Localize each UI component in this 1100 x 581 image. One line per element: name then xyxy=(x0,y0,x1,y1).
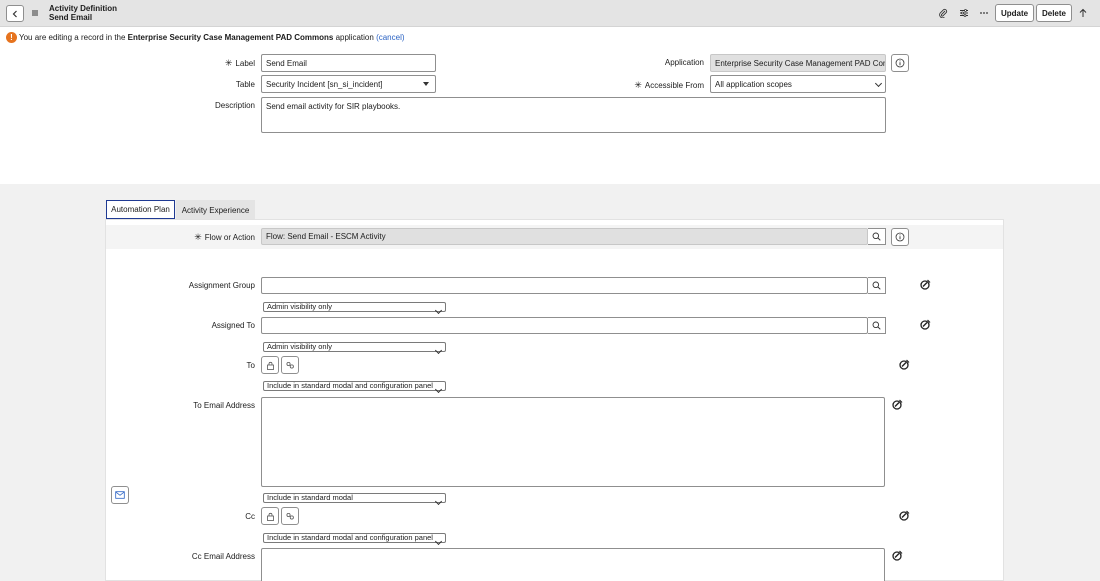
cc-email-pin-button[interactable] xyxy=(890,549,904,563)
warning-icon: ! xyxy=(6,32,17,43)
search-icon xyxy=(872,232,881,241)
assigned-to-visibility-select[interactable]: Admin visibility only xyxy=(263,342,446,352)
assigned-to-input[interactable] xyxy=(261,317,868,334)
pin-icon xyxy=(920,319,931,330)
hamburger-icon xyxy=(32,10,38,16)
assignment-group-input[interactable] xyxy=(261,277,868,294)
user-group-icon xyxy=(286,361,294,369)
scroll-top-button[interactable] xyxy=(1076,6,1090,20)
description-field-label: Description xyxy=(214,101,255,110)
to-email-textarea[interactable] xyxy=(261,397,885,487)
arrow-up-icon xyxy=(1079,8,1087,17)
description-textarea[interactable]: Send email activity for SIR playbooks. xyxy=(261,97,886,133)
lock-icon xyxy=(266,361,274,370)
table-select-value: Security Incident [sn_si_incident] xyxy=(266,79,383,89)
pin-icon xyxy=(899,359,910,370)
search-icon xyxy=(872,281,881,290)
assigned-to-pin-button[interactable] xyxy=(918,318,932,332)
table-select[interactable]: Security Incident [sn_si_incident] xyxy=(261,75,436,93)
required-icon: ✳ xyxy=(194,232,202,242)
cc-pin-button[interactable] xyxy=(897,509,911,523)
to-email-visibility-select[interactable]: Include in standard modal xyxy=(263,493,446,503)
personalize-form-button[interactable] xyxy=(957,6,971,20)
sliders-icon xyxy=(960,9,968,17)
pin-icon xyxy=(899,510,910,521)
assignment-group-label: Assignment Group xyxy=(188,281,255,290)
required-icon: ✳ xyxy=(224,58,233,68)
context-menu-button[interactable] xyxy=(28,6,42,20)
cc-label: Cc xyxy=(245,512,255,521)
notice-suffix: application xyxy=(333,33,377,42)
page-title-record: Send Email xyxy=(49,12,93,22)
compose-email-button[interactable] xyxy=(111,486,129,504)
to-email-pin-button[interactable] xyxy=(890,398,904,412)
flow-info-button[interactable] xyxy=(891,228,909,246)
accessible-from-label-text: Accessible From xyxy=(644,81,704,90)
page-title: Activity Definition Send Email xyxy=(49,4,117,22)
envelope-icon xyxy=(115,491,125,499)
tab-activity-experience[interactable]: Activity Experience xyxy=(176,200,255,220)
flow-field-label: ✳ Flow or Action xyxy=(194,232,255,243)
flow-lookup-button[interactable] xyxy=(868,228,886,245)
accessible-from-field-label: ✳ Accessible From xyxy=(634,80,704,91)
application-info-button[interactable] xyxy=(891,54,909,72)
assignment-group-visibility-select[interactable]: Admin visibility only xyxy=(263,302,446,312)
notice-app-name: Enterprise Security Case Management PAD … xyxy=(127,33,334,42)
label-input[interactable]: Send Email xyxy=(261,54,436,72)
chevron-left-icon xyxy=(12,10,17,17)
application-input: Enterprise Security Case Management PAD … xyxy=(710,54,886,72)
pin-icon xyxy=(920,279,931,290)
update-button[interactable]: Update xyxy=(995,4,1034,22)
notice-prefix: You are editing a record in the xyxy=(19,33,128,42)
to-label: To xyxy=(246,361,255,370)
paperclip-icon xyxy=(939,8,948,18)
required-icon: ✳ xyxy=(634,80,642,90)
cc-email-textarea[interactable] xyxy=(261,548,885,581)
accessible-from-select[interactable]: All application scopes xyxy=(710,75,886,93)
user-group-icon xyxy=(286,512,294,520)
assigned-to-label: Assigned To xyxy=(211,321,255,330)
info-icon xyxy=(895,58,905,68)
cc-email-label: Cc Email Address xyxy=(191,552,255,561)
more-horizontal-icon xyxy=(980,12,988,14)
lock-icon xyxy=(266,512,274,521)
to-email-label: To Email Address xyxy=(193,401,255,410)
delete-button[interactable]: Delete xyxy=(1036,4,1072,22)
flow-input: Flow: Send Email - ESCM Activity xyxy=(261,228,868,245)
scope-notice-text: You are editing a record in the Enterpri… xyxy=(19,33,405,42)
back-button[interactable] xyxy=(6,5,24,22)
info-icon xyxy=(895,232,905,242)
application-field-label: Application xyxy=(664,58,704,67)
accessible-from-select-value: All application scopes xyxy=(715,79,792,89)
label-field-text: Label xyxy=(235,59,255,68)
to-visibility-select[interactable]: Include in standard modal and configurat… xyxy=(263,381,446,391)
to-add-recipient-button[interactable] xyxy=(281,356,299,374)
flow-field-text: Flow or Action xyxy=(204,233,255,242)
search-icon xyxy=(872,321,881,330)
assigned-to-lookup-button[interactable] xyxy=(868,317,886,334)
attachment-button[interactable] xyxy=(936,6,950,20)
cc-visibility-select[interactable]: Include in standard modal and configurat… xyxy=(263,533,446,543)
table-field-label: Table xyxy=(235,80,255,89)
cc-add-recipient-button[interactable] xyxy=(281,507,299,525)
assignment-group-pin-button[interactable] xyxy=(918,278,932,292)
to-lock-button[interactable] xyxy=(261,356,279,374)
tab-automation-plan[interactable]: Automation Plan xyxy=(106,200,175,220)
assignment-group-lookup-button[interactable] xyxy=(868,277,886,294)
pin-icon xyxy=(892,399,903,410)
more-options-button[interactable] xyxy=(977,6,991,20)
label-field-label: ✳ Label xyxy=(225,58,255,69)
pin-icon xyxy=(892,550,903,561)
cc-lock-button[interactable] xyxy=(261,507,279,525)
to-pin-button[interactable] xyxy=(897,358,911,372)
form-header: Activity Definition Send Email Update De… xyxy=(0,0,1100,27)
notice-cancel-link[interactable]: (cancel) xyxy=(376,33,404,42)
